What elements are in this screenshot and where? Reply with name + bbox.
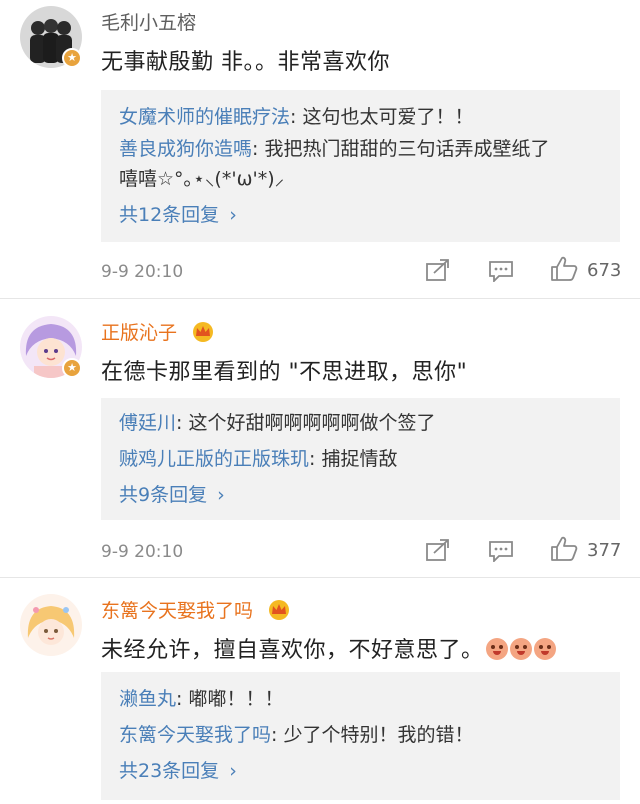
comment-footer: 9-9 20:10 673 <box>0 256 640 284</box>
reply-item: 傅廷川: 这个好甜啊啊啊啊啊做个签了 <box>119 412 436 434</box>
emoji-icon <box>509 638 532 660</box>
reply-box: 女魔术师的催眠疗法: 这句也太可爱了！！ 善良成狗你造嗎: 我把热门甜甜的三句话… <box>101 90 620 242</box>
reply-item: 东篱今天娶我了吗: 少了个特别！我的错！ <box>119 724 474 746</box>
verified-badge-icon: ★ <box>62 48 82 68</box>
reply-username[interactable]: 女魔术师的催眠疗法 <box>119 106 290 128</box>
divider <box>0 577 640 578</box>
verified-badge-icon: ★ <box>62 358 82 378</box>
reply-username[interactable]: 善良成狗你造嗎 <box>119 138 252 160</box>
timestamp: 9-9 20:10 <box>101 262 184 282</box>
username[interactable]: 正版沁子 <box>101 318 215 345</box>
comment-text-label: 未经允许，擅自喜欢你，不好意思了。 <box>101 638 484 663</box>
reply-text: 这句也太可爱了！！ <box>302 106 474 128</box>
chevron-right-icon: › <box>229 204 237 226</box>
reply-item: 濑鱼丸: 嘟嘟！！！ <box>119 688 284 710</box>
reply-username[interactable]: 贼鸡儿正版的正版珠玑 <box>119 448 309 470</box>
forward-icon[interactable] <box>426 259 452 285</box>
chevron-right-icon: › <box>217 484 225 506</box>
thumbs-up-icon[interactable] <box>550 536 578 566</box>
like-count: 377 <box>587 540 622 561</box>
more-replies-link[interactable]: 共12条回复 › <box>119 200 237 227</box>
reply-text: 少了个特别！我的错！ <box>283 724 474 746</box>
thumbs-up-icon[interactable] <box>550 256 578 286</box>
reply-username[interactable]: 濑鱼丸 <box>119 688 176 710</box>
reply-box: 濑鱼丸: 嘟嘟！！！ 东篱今天娶我了吗: 少了个特别！我的错！ 共23条回复 › <box>101 672 620 800</box>
reply-text: 嘟嘟！！！ <box>188 688 284 710</box>
comment-text: 在德卡那里看到的 "不思进取，思你" <box>101 360 468 385</box>
crown-icon <box>269 600 290 620</box>
timestamp: 9-9 20:10 <box>101 542 184 562</box>
reply-text: 捕捉情敌 <box>321 448 398 470</box>
emoji-icon <box>533 638 556 660</box>
comment-icon[interactable] <box>488 260 514 286</box>
comment-text: 未经允许，擅自喜欢你，不好意思了。 <box>101 632 556 664</box>
more-replies-label: 共12条回复 <box>119 204 220 226</box>
forward-icon[interactable] <box>426 539 452 565</box>
username-label: 东篱今天娶我了吗 <box>101 600 254 622</box>
username[interactable]: 东篱今天娶我了吗 <box>101 596 291 623</box>
reply-box: 傅廷川: 这个好甜啊啊啊啊啊做个签了 贼鸡儿正版的正版珠玑: 捕捉情敌 共9条回… <box>101 398 620 520</box>
reply-item: 善良成狗你造嗎: 我把热门甜甜的三句话弄成壁纸了 <box>119 138 550 160</box>
reply-item: 贼鸡儿正版的正版珠玑: 捕捉情敌 <box>119 448 398 470</box>
more-replies-label: 共23条回复 <box>119 760 220 782</box>
username-label: 正版沁子 <box>101 322 178 344</box>
comment-item: 东篱今天娶我了吗 未经允许，擅自喜欢你，不好意思了。 濑鱼丸: 嘟嘟！！！ 东篱… <box>0 580 640 804</box>
reply-username[interactable]: 东篱今天娶我了吗 <box>119 724 271 746</box>
comment-icon[interactable] <box>488 540 514 566</box>
reply-text: 这个好甜啊啊啊啊啊做个签了 <box>188 412 436 434</box>
more-replies-link[interactable]: 共23条回复 › <box>119 756 237 783</box>
reply-text: 我把热门甜甜的三句话弄成壁纸了 <box>264 138 550 160</box>
more-replies-link[interactable]: 共9条回复 › <box>119 480 225 507</box>
divider <box>0 298 640 299</box>
comment-text: 无事献殷勤 非。。非常喜欢你 <box>101 50 390 75</box>
comment-item: ★ 正版沁子 在德卡那里看到的 "不思进取，思你" 傅廷川: 这个好甜啊啊啊啊啊… <box>0 300 640 570</box>
avatar[interactable] <box>20 594 82 656</box>
chevron-right-icon: › <box>229 760 237 782</box>
like-count: 673 <box>587 260 622 281</box>
comment-item: ★ 毛利小五榕 无事献殷勤 非。。非常喜欢你 女魔术师的催眠疗法: 这句也太可爱… <box>0 0 640 290</box>
crown-icon <box>193 322 214 342</box>
emoji-icon <box>485 638 508 660</box>
username[interactable]: 毛利小五榕 <box>101 8 196 35</box>
reply-item: 女魔术师的催眠疗法: 这句也太可爱了！！ <box>119 106 474 128</box>
more-replies-label: 共9条回复 <box>119 484 208 506</box>
comment-footer: 9-9 20:10 377 <box>0 536 640 564</box>
reply-text-continued: 嘻嘻☆°｡⋆⸜(*'ω'*)⸝ <box>119 168 285 190</box>
reply-username[interactable]: 傅廷川 <box>119 412 176 434</box>
